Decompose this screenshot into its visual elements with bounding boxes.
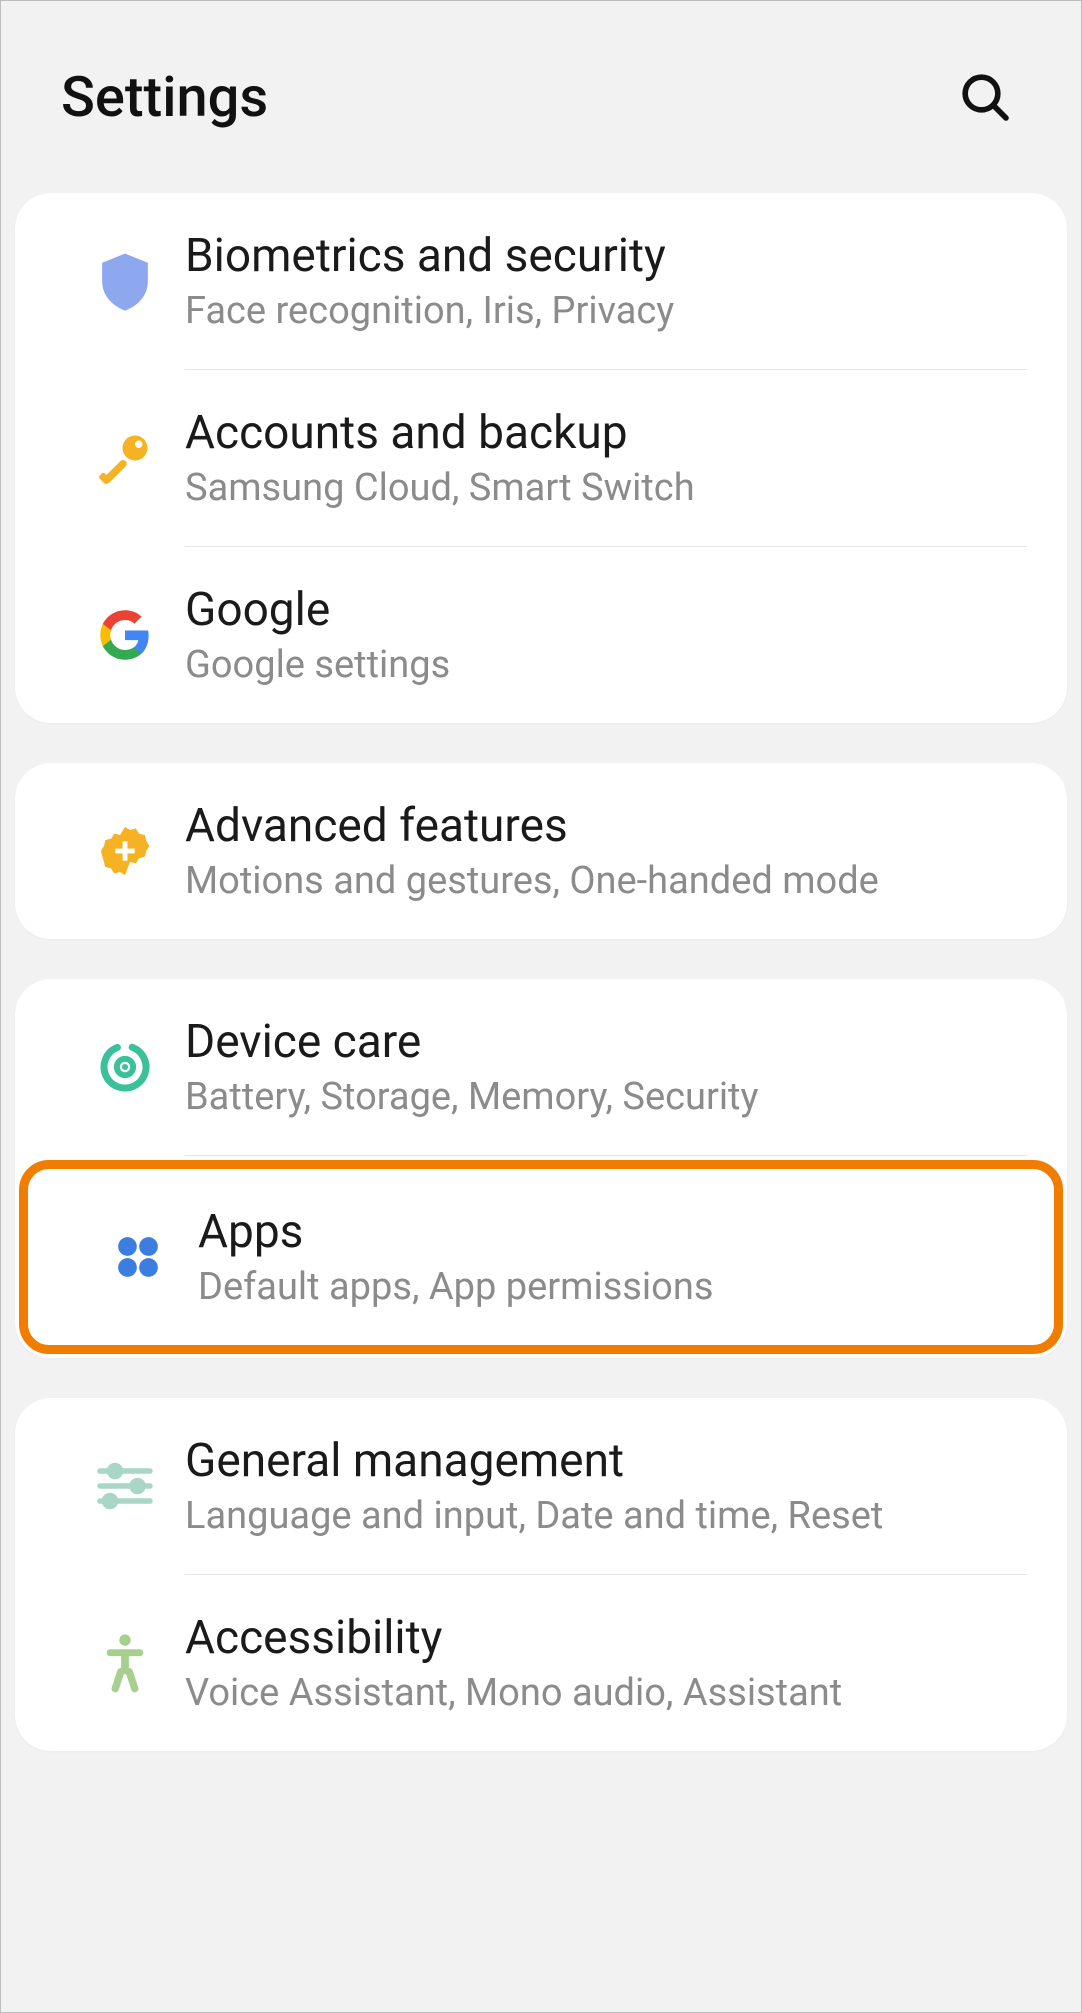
settings-group: Device care Battery, Storage, Memory, Se… bbox=[15, 979, 1067, 1358]
settings-item-biometrics[interactable]: Biometrics and security Face recognition… bbox=[15, 193, 1067, 369]
settings-item-sub: Face recognition, Iris, Privacy bbox=[185, 289, 1017, 333]
apps-icon bbox=[78, 1229, 198, 1285]
settings-item-google[interactable]: Google Google settings bbox=[15, 547, 1067, 723]
settings-item-title: Device care bbox=[185, 1015, 1017, 1069]
device-care-icon bbox=[65, 1039, 185, 1095]
settings-item-text: Accessibility Voice Assistant, Mono audi… bbox=[185, 1611, 1017, 1715]
settings-item-title: Accessibility bbox=[185, 1611, 1017, 1665]
settings-item-sub: Battery, Storage, Memory, Security bbox=[185, 1075, 1017, 1119]
settings-group: Biometrics and security Face recognition… bbox=[15, 193, 1067, 723]
settings-item-advanced[interactable]: Advanced features Motions and gestures, … bbox=[15, 763, 1067, 939]
settings-item-sub: Voice Assistant, Mono audio, Assistant bbox=[185, 1671, 1017, 1715]
settings-item-title: Google bbox=[185, 583, 1017, 637]
settings-item-devicecare[interactable]: Device care Battery, Storage, Memory, Se… bbox=[15, 979, 1067, 1155]
settings-item-apps[interactable]: Apps Default apps, App permissions bbox=[19, 1160, 1063, 1354]
page-title: Settings bbox=[61, 64, 268, 130]
settings-item-sub: Google settings bbox=[185, 643, 1017, 687]
settings-item-title: Advanced features bbox=[185, 799, 1017, 853]
settings-item-text: General management Language and input, D… bbox=[185, 1434, 1017, 1538]
settings-item-sub: Language and input, Date and time, Reset bbox=[185, 1494, 1017, 1538]
settings-item-title: Apps bbox=[198, 1205, 1004, 1259]
divider bbox=[185, 1155, 1027, 1156]
settings-item-accounts[interactable]: Accounts and backup Samsung Cloud, Smart… bbox=[15, 370, 1067, 546]
search-button[interactable] bbox=[949, 61, 1021, 133]
settings-item-general[interactable]: General management Language and input, D… bbox=[15, 1398, 1067, 1574]
search-icon bbox=[957, 69, 1013, 125]
settings-item-text: Google Google settings bbox=[185, 583, 1017, 687]
gear-plus-icon bbox=[65, 822, 185, 880]
settings-item-text: Accounts and backup Samsung Cloud, Smart… bbox=[185, 406, 1017, 510]
shield-icon bbox=[65, 249, 185, 313]
settings-item-accessibility[interactable]: Accessibility Voice Assistant, Mono audi… bbox=[15, 1575, 1067, 1751]
sliders-icon bbox=[65, 1460, 185, 1512]
header: Settings bbox=[1, 1, 1081, 193]
accessibility-icon bbox=[65, 1631, 185, 1695]
settings-item-sub: Samsung Cloud, Smart Switch bbox=[185, 466, 1017, 510]
settings-item-text: Advanced features Motions and gestures, … bbox=[185, 799, 1017, 903]
settings-item-title: General management bbox=[185, 1434, 1017, 1488]
settings-group: General management Language and input, D… bbox=[15, 1398, 1067, 1751]
settings-item-text: Biometrics and security Face recognition… bbox=[185, 229, 1017, 333]
settings-item-text: Device care Battery, Storage, Memory, Se… bbox=[185, 1015, 1017, 1119]
settings-item-sub: Motions and gestures, One-handed mode bbox=[185, 859, 1017, 903]
settings-item-sub: Default apps, App permissions bbox=[198, 1265, 1004, 1309]
settings-item-text: Apps Default apps, App permissions bbox=[198, 1205, 1004, 1309]
key-icon bbox=[65, 428, 185, 488]
settings-group: Advanced features Motions and gestures, … bbox=[15, 763, 1067, 939]
google-icon bbox=[65, 608, 185, 662]
settings-item-title: Biometrics and security bbox=[185, 229, 1017, 283]
settings-item-title: Accounts and backup bbox=[185, 406, 1017, 460]
